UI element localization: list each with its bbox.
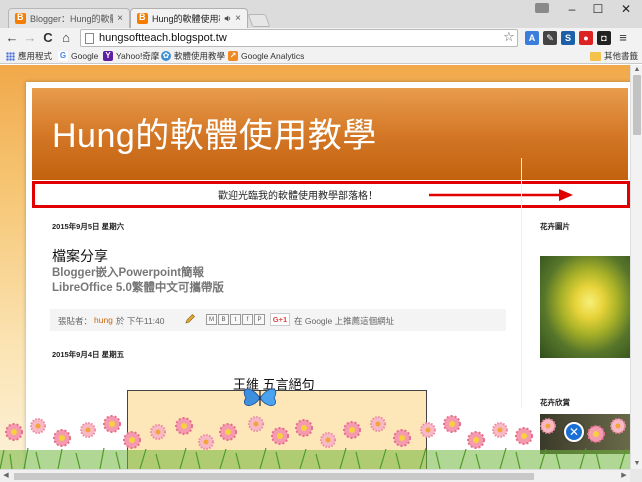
bookmark-analytics[interactable]: ↗ Google Analytics	[228, 49, 304, 63]
post-link[interactable]: LibreOffice 5.0繁體中文可攜帶版	[52, 279, 224, 295]
blog-title[interactable]: Hung的軟體使用教學	[52, 108, 377, 157]
blog-header: Hung的軟體使用教學	[32, 88, 628, 180]
analytics-icon: ↗	[228, 51, 238, 61]
blog-description-highlight: 歡迎光臨我的軟體使用教學部落格！	[32, 181, 630, 208]
pinterest-share-icon[interactable]: P	[254, 314, 265, 325]
new-tab-button[interactable]	[247, 14, 271, 27]
bookmark-label: 其他書籤	[604, 51, 639, 61]
post-title[interactable]: 檔案分享	[52, 246, 108, 266]
bookmark-blogger[interactable]: ✿ 軟體使用教學	[161, 49, 225, 63]
flower-border-decoration	[0, 415, 630, 469]
tab-strip: Blogger：Hung的軟體使 × Hung的軟體使用教學 × – ☐ ✕	[0, 0, 642, 28]
butterfly-decoration-icon	[243, 388, 277, 406]
post-link[interactable]: Blogger嵌入Powerpoint簡報	[52, 264, 204, 280]
post-date: 2015年9月4日 星期五	[52, 350, 125, 359]
folder-icon	[590, 51, 601, 61]
speaker-icon[interactable]	[224, 14, 231, 23]
page-icon	[85, 33, 94, 44]
blogger-icon: ✿	[161, 51, 171, 61]
tool-extension-icon[interactable]: ✎	[543, 31, 557, 45]
tab-hung-blog[interactable]: Hung的軟體使用教學 ×	[130, 8, 248, 28]
bookmark-label: Google	[71, 51, 99, 61]
sidebar-heading: 花卉圖片	[540, 222, 570, 231]
record-extension-icon[interactable]: ●	[579, 31, 593, 45]
bookmark-star-icon[interactable]: ☆	[503, 29, 515, 45]
bookmark-apps[interactable]: 應用程式	[6, 49, 52, 63]
post-author-link[interactable]: hung	[94, 315, 113, 325]
bookmark-label: 軟體使用教學	[174, 51, 226, 61]
horizontal-scroll-thumb[interactable]	[14, 473, 534, 480]
twitter-share-icon[interactable]: t	[230, 314, 241, 325]
google-plus-one-button[interactable]: G+1	[270, 313, 290, 326]
google-icon: G	[58, 51, 68, 61]
scroll-left-icon[interactable]: ◀	[0, 471, 12, 481]
yahoo-icon: Y	[103, 51, 113, 61]
menu-icon[interactable]: ≡	[616, 31, 630, 45]
post-footer: 張貼者： hung 於 下午11:40 M B t f P G+1 在 Goog…	[50, 309, 506, 331]
tab-title: Hung的軟體使用教學	[152, 14, 220, 24]
translate-extension-icon[interactable]: A	[525, 31, 539, 45]
other-bookmarks[interactable]: 其他書籤	[590, 49, 638, 63]
tab-title: Blogger：Hung的軟體使	[30, 14, 113, 24]
blogger-favicon-icon	[137, 12, 148, 24]
address-bar[interactable]: hungsoftteach.blogspot.tw	[80, 29, 518, 47]
sidebar-divider	[521, 158, 522, 408]
blogger-favicon-icon	[15, 12, 26, 24]
bookmark-label: 應用程式	[18, 51, 53, 61]
post-date: 2015年9月5日 星期六	[52, 222, 125, 231]
tab-close-icon[interactable]: ×	[235, 13, 241, 24]
bookmark-google[interactable]: G Google	[58, 49, 98, 63]
forward-button[interactable]: →	[22, 30, 38, 46]
bookmark-yahoo[interactable]: Y Yahoo!奇摩	[103, 49, 159, 63]
scroll-down-icon[interactable]: ▼	[631, 459, 642, 469]
back-button[interactable]: ←	[4, 30, 20, 46]
maximize-button[interactable]: ☐	[584, 0, 612, 18]
blogthis-share-icon[interactable]: B	[218, 314, 229, 325]
reload-button[interactable]: C	[40, 30, 56, 46]
vertical-scrollbar[interactable]: ▲ ▼	[630, 65, 642, 469]
home-button[interactable]: ⌂	[58, 30, 74, 46]
apps-grid-icon	[6, 51, 15, 61]
bookmarks-bar: 應用程式 G Google Y Yahoo!奇摩 ✿ 軟體使用教學 ↗ Goog…	[0, 48, 642, 64]
share-recommend-text: 在 Google 上推薦這個網址	[294, 316, 395, 326]
bookmark-label: Google Analytics	[241, 51, 305, 61]
email-share-icon[interactable]: M	[206, 314, 217, 325]
s-extension-icon[interactable]: S	[561, 31, 575, 45]
close-decoration-button[interactable]: ✕	[564, 422, 584, 442]
close-window-button[interactable]: ✕	[612, 0, 640, 18]
bookmark-label: Yahoo!奇摩	[116, 51, 160, 61]
scroll-right-icon[interactable]: ▶	[618, 471, 630, 481]
facebook-share-icon[interactable]: f	[242, 314, 253, 325]
flower-photo[interactable]	[540, 256, 630, 358]
post-time[interactable]: 於 下午11:40	[116, 315, 165, 327]
edit-pencil-icon[interactable]	[184, 313, 196, 325]
screen-extension-icon[interactable]: ◘	[597, 31, 611, 45]
scroll-up-icon[interactable]: ▲	[631, 65, 642, 75]
tab-blogger[interactable]: Blogger：Hung的軟體使 ×	[8, 8, 130, 28]
minimize-button[interactable]: –	[558, 0, 586, 18]
tab-close-icon[interactable]: ×	[117, 13, 123, 24]
red-arrow-icon	[429, 189, 573, 201]
scrollbar-corner	[630, 469, 642, 482]
horizontal-scrollbar[interactable]: ◀ ▶	[0, 469, 630, 482]
profile-icon[interactable]	[535, 3, 549, 13]
url-text: hungsoftteach.blogspot.tw	[99, 32, 227, 44]
vertical-scroll-thumb[interactable]	[633, 75, 641, 135]
blog-description: 歡迎光臨我的軟體使用教學部落格！	[218, 191, 378, 202]
posted-by-label: 張貼者：	[58, 316, 93, 326]
